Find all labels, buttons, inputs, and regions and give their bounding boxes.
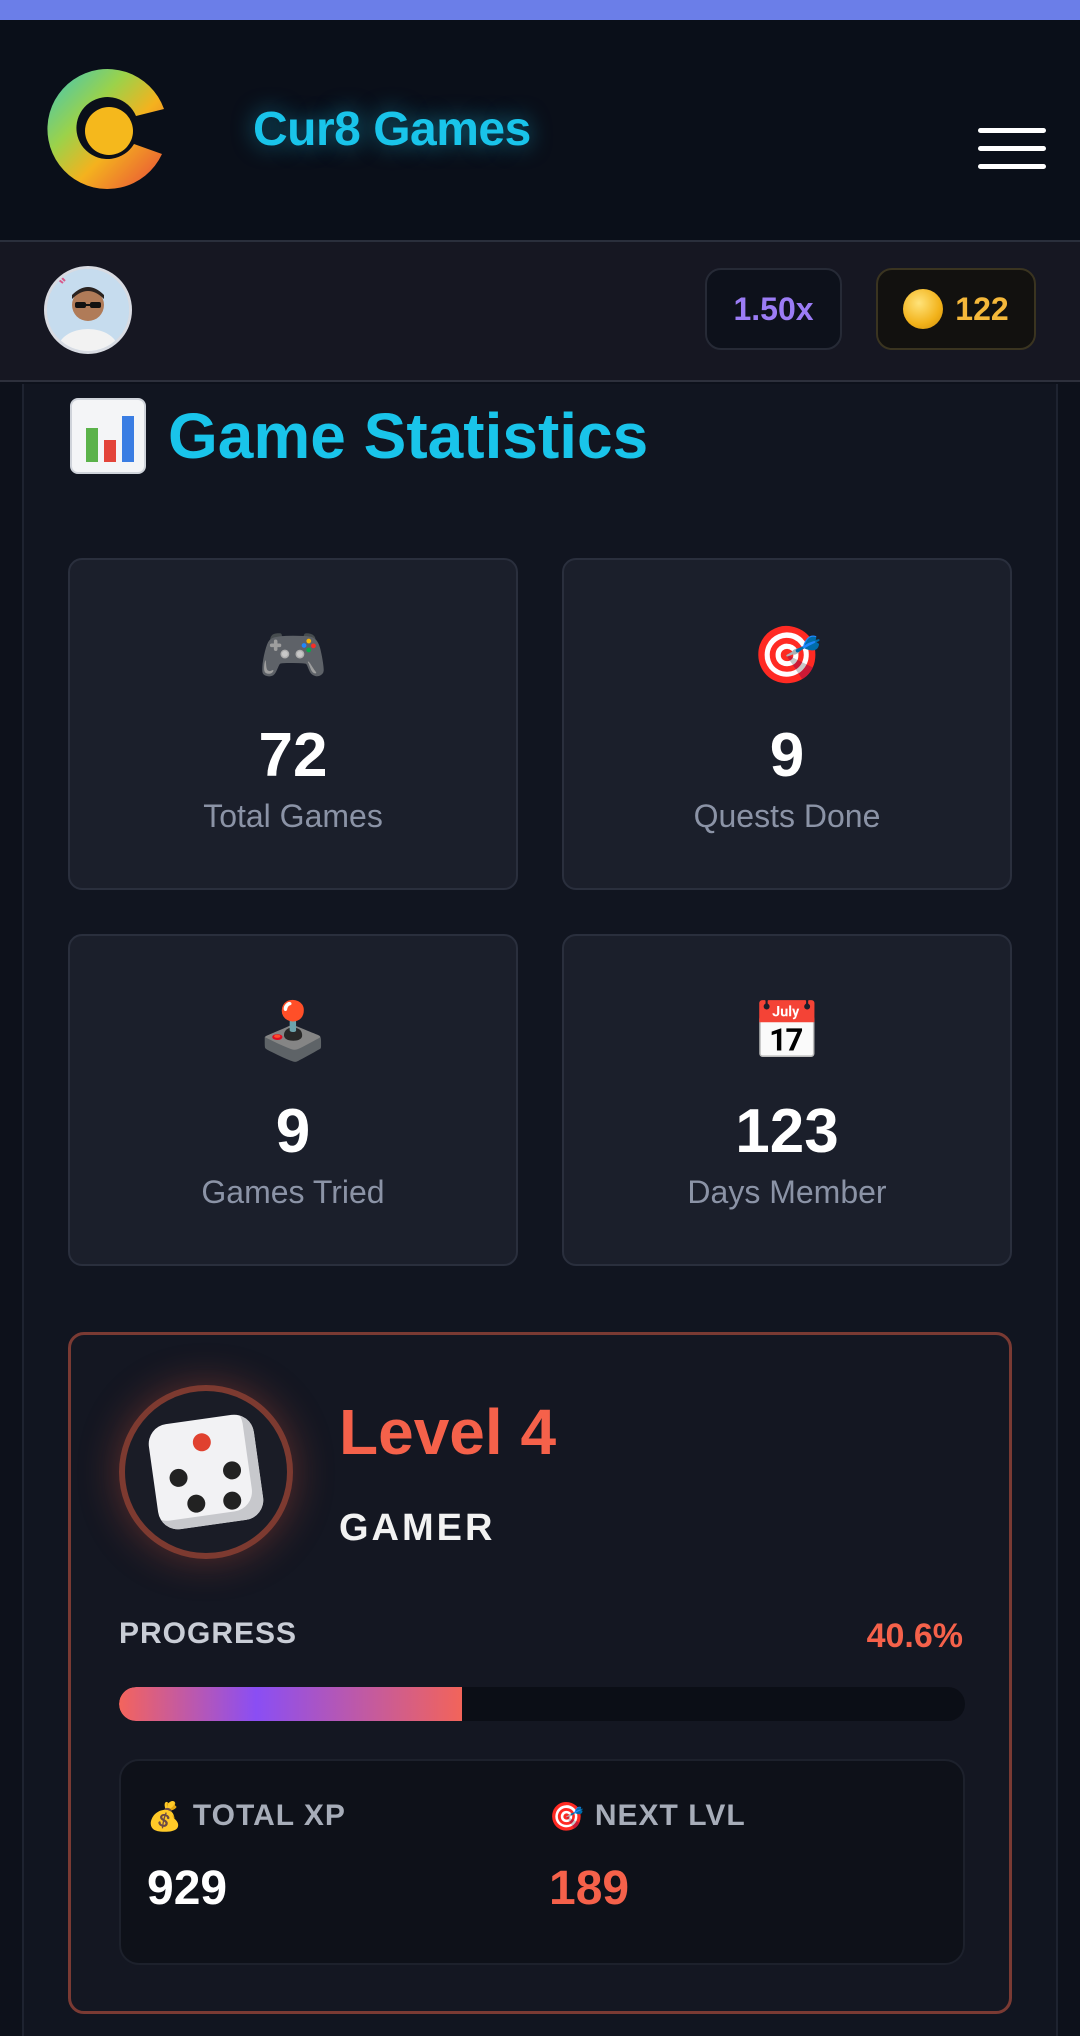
gold-coin-icon (903, 289, 944, 329)
coin-balance-value: 122 (955, 290, 1009, 327)
status-strip (0, 0, 1080, 20)
progress-bar-fill (119, 1687, 463, 1721)
progress-bar (119, 1687, 965, 1721)
target-icon: 🎯 (752, 623, 822, 686)
level-rank: GAMER (339, 1507, 496, 1549)
target-icon: 🎯 (549, 1800, 585, 1832)
hamburger-menu-icon[interactable] (978, 128, 1046, 172)
gamepad-icon: 🎮 (258, 623, 328, 686)
total-xp-label: TOTAL XP (192, 1799, 346, 1832)
next-level-label: NEXT LVL (594, 1799, 746, 1832)
stat-card-days-member: 📅 123 Days Member (562, 934, 1012, 1266)
user-bar: 1.50x 122 (0, 242, 1080, 382)
stat-label: Games Tried (201, 1174, 385, 1210)
total-xp: 💰 TOTAL XP 929 (147, 1799, 346, 1916)
section-title: Game Statistics (70, 398, 648, 474)
xp-multiplier-badge[interactable]: 1.50x (705, 268, 842, 350)
joystick-icon: 🕹️ (258, 999, 328, 1062)
coin-balance-badge[interactable]: 122 (876, 268, 1036, 350)
calendar-icon: 📅 (752, 999, 822, 1062)
avatar[interactable] (44, 266, 132, 354)
stat-card-games-tried: 🕹️ 9 Games Tried (68, 934, 518, 1266)
stat-value: 123 (735, 1097, 839, 1166)
section-title-text: Game Statistics (168, 400, 649, 472)
stat-value: 72 (258, 721, 328, 790)
money-bag-icon: 💰 (147, 1800, 183, 1832)
stat-card-quests-done: 🎯 9 Quests Done (562, 558, 1012, 890)
stat-label: Total Games (203, 798, 383, 834)
progress-percent: 40.6% (866, 1617, 963, 1655)
stat-value: 9 (275, 1097, 311, 1166)
app-header: Cur8 Games (0, 20, 1080, 242)
multiplier-value: 1.50x (733, 290, 814, 327)
stat-label: Days Member (687, 1174, 887, 1210)
level-card: Level 4 GAMER PROGRESS 40.6% 💰 TOTAL XP … (68, 1332, 1012, 2014)
brand-logo-icon[interactable] (34, 54, 184, 204)
stat-value: 9 (769, 721, 805, 790)
level-title: Level 4 (339, 1396, 557, 1468)
progress-label: PROGRESS (119, 1617, 298, 1650)
stat-card-total-games: 🎮 72 Total Games (68, 558, 518, 890)
dice-icon (146, 1412, 266, 1532)
bar-chart-icon (70, 398, 146, 474)
xp-summary: 💰 TOTAL XP 929 🎯 NEXT LVL 189 (119, 1759, 965, 1965)
brand-name[interactable]: Cur8 Games (253, 102, 531, 157)
stat-label: Quests Done (693, 798, 881, 834)
next-level: 🎯 NEXT LVL 189 (549, 1799, 746, 1916)
total-xp-value: 929 (147, 1862, 228, 1915)
next-level-value: 189 (549, 1862, 630, 1915)
level-badge (119, 1385, 293, 1559)
